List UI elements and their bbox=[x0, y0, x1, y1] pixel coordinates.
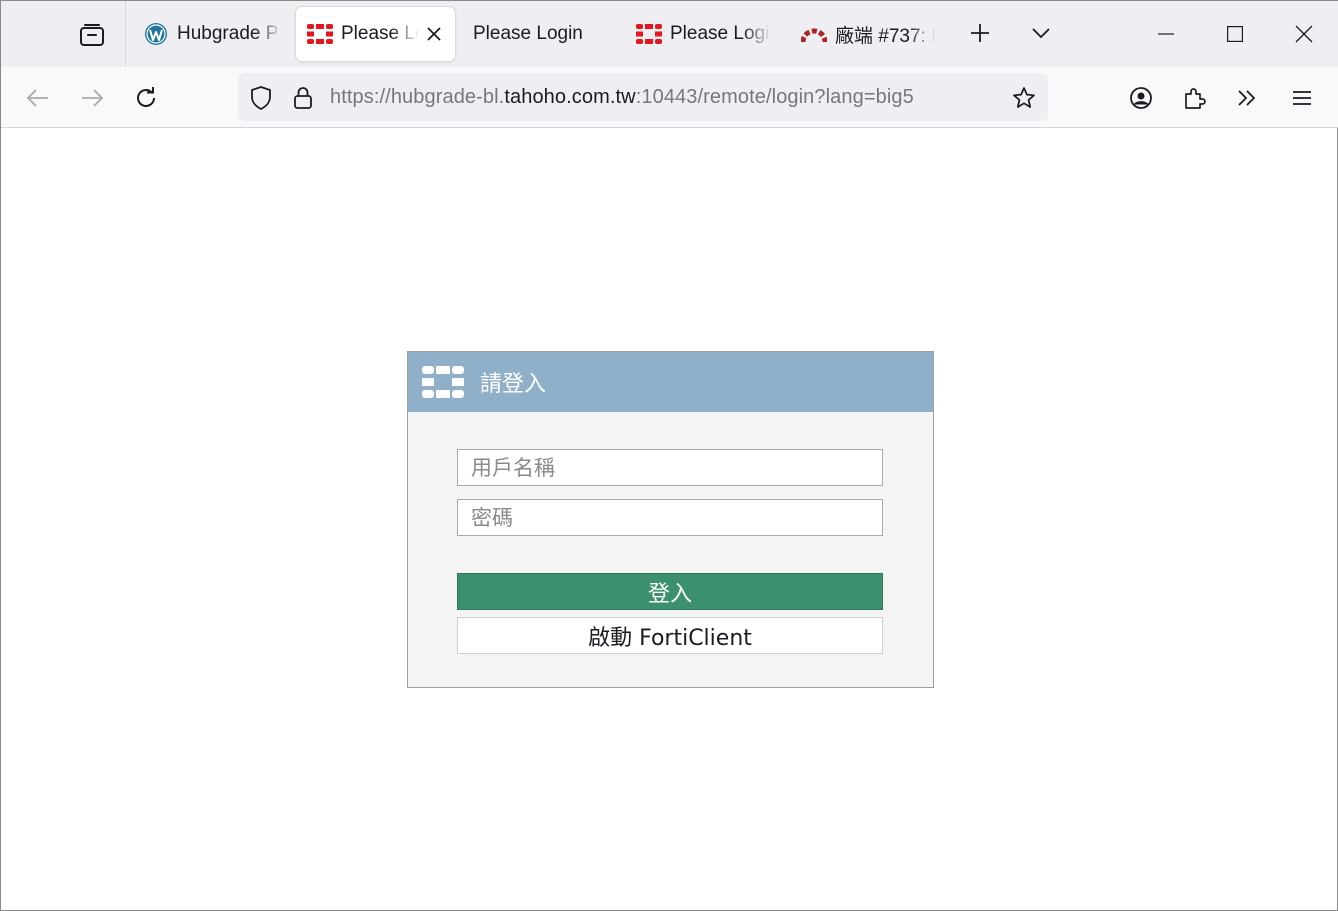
minimize-button[interactable] bbox=[1136, 9, 1196, 59]
tab-label: Please Lo bbox=[341, 23, 419, 45]
close-icon bbox=[1295, 25, 1313, 43]
address-bar[interactable]: https://hubgrade-bl.tahoho.com.tw:10443/… bbox=[238, 73, 1048, 121]
fortinet-icon bbox=[636, 21, 662, 47]
tab-separator bbox=[125, 1, 126, 67]
url-text[interactable]: https://hubgrade-bl.tahoho.com.tw:10443/… bbox=[330, 86, 914, 109]
double-chevron-right-icon bbox=[1238, 90, 1256, 106]
fortinet-logo-icon bbox=[422, 366, 464, 398]
app-menu-button[interactable] bbox=[1282, 78, 1322, 118]
account-button[interactable] bbox=[1121, 78, 1161, 118]
login-header: 請登入 bbox=[408, 352, 933, 412]
navigation-toolbar: https://hubgrade-bl.tahoho.com.tw:10443/… bbox=[1, 67, 1338, 128]
new-tab-button[interactable] bbox=[962, 15, 998, 51]
chevron-down-icon bbox=[1032, 28, 1050, 39]
bookmark-star-button[interactable] bbox=[1009, 83, 1039, 113]
tracking-protection-shield-icon[interactable] bbox=[246, 83, 276, 113]
list-all-tabs-button[interactable] bbox=[1023, 15, 1059, 51]
url-domain: tahoho.com.tw bbox=[504, 86, 636, 108]
minimize-icon bbox=[1158, 33, 1174, 35]
puzzle-piece-icon bbox=[1185, 88, 1206, 109]
redmine-icon bbox=[801, 21, 827, 47]
maximize-button[interactable] bbox=[1205, 9, 1265, 59]
extensions-button[interactable] bbox=[1174, 78, 1214, 118]
wordpress-icon bbox=[143, 21, 169, 47]
account-icon bbox=[1130, 87, 1152, 109]
reload-button[interactable] bbox=[126, 78, 166, 118]
fortinet-icon bbox=[307, 21, 333, 47]
forward-button[interactable] bbox=[72, 78, 112, 118]
hamburger-menu-icon bbox=[1293, 91, 1311, 105]
username-input[interactable] bbox=[457, 449, 883, 486]
login-panel: 請登入 登入 啟動 FortiClient bbox=[407, 351, 934, 688]
firefox-view-icon bbox=[80, 24, 104, 46]
url-prefix: https://hubgrade-bl. bbox=[330, 86, 505, 108]
back-button[interactable] bbox=[18, 78, 58, 118]
close-icon bbox=[427, 27, 441, 41]
reload-icon bbox=[137, 87, 155, 107]
tab-hubgrade[interactable]: Hubgrade P bbox=[143, 7, 283, 61]
tab-label: Please Login bbox=[473, 23, 583, 44]
url-path: :10443/remote/login?lang=big5 bbox=[635, 86, 914, 108]
plus-icon bbox=[971, 24, 989, 42]
maximize-icon bbox=[1227, 26, 1243, 42]
login-button[interactable]: 登入 bbox=[457, 573, 883, 610]
tab-please-login-active[interactable]: Please Lo bbox=[296, 7, 455, 61]
close-tab-button[interactable] bbox=[423, 23, 445, 45]
login-title: 請登入 bbox=[480, 372, 547, 397]
launch-forticlient-button[interactable]: 啟動 FortiClient bbox=[457, 617, 883, 654]
lock-icon[interactable] bbox=[288, 83, 318, 113]
star-icon bbox=[1013, 87, 1035, 108]
password-input[interactable] bbox=[457, 499, 883, 536]
tab-strip: Hubgrade P Please Lo Please Login Please… bbox=[1, 1, 1338, 67]
arrow-left-icon bbox=[26, 89, 48, 107]
more-tools-button[interactable] bbox=[1227, 78, 1267, 118]
tab-please-login-2[interactable]: Please Logi bbox=[636, 7, 771, 61]
close-window-button[interactable] bbox=[1274, 9, 1334, 59]
firefox-view-button[interactable] bbox=[63, 11, 121, 59]
arrow-right-icon bbox=[82, 89, 104, 107]
tab-please-login[interactable]: Please Login bbox=[473, 7, 613, 61]
tab-redmine[interactable]: 廠端 #737: H bbox=[801, 7, 936, 61]
